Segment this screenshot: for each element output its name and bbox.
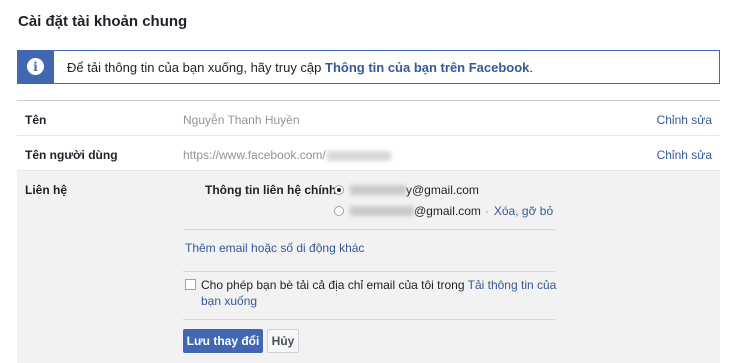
- email-2-value: @gmail.com: [414, 204, 481, 218]
- username-value-wrap: https://www.facebook.com/: [183, 148, 391, 162]
- info-icon-container: i: [17, 49, 54, 84]
- edit-username-link[interactable]: Chỉnh sửa: [657, 148, 712, 162]
- contact-label: Liên hệ: [25, 183, 68, 197]
- info-suffix: .: [529, 59, 534, 75]
- name-label: Tên: [25, 113, 47, 127]
- add-contact-link[interactable]: Thêm email hoặc số di động khác: [185, 241, 364, 255]
- info-icon: i: [27, 58, 44, 75]
- email-option-2[interactable]: @gmail.com · Xóa, gỡ bỏ: [334, 204, 553, 218]
- setting-row-contact: Liên hệ Thông tin liên hệ chính y@gmail.…: [17, 171, 720, 363]
- email-2-separator: ·: [484, 204, 489, 218]
- setting-row-username: Tên người dùng https://www.facebook.com/…: [17, 136, 720, 171]
- page-title: Cài đặt tài khoản chung: [18, 13, 188, 30]
- settings-table: Tên Nguyễn Thanh Huyền Chỉnh sửa Tên ngư…: [17, 100, 720, 363]
- email-1-radio[interactable]: [334, 185, 344, 195]
- allow-download-checkbox[interactable]: [185, 279, 196, 290]
- name-value: Nguyễn Thanh Huyền: [183, 113, 300, 127]
- username-value: https://www.facebook.com/: [183, 148, 326, 162]
- email-1-value: y@gmail.com: [406, 183, 479, 197]
- divider: [183, 229, 555, 230]
- info-text: Để tải thông tin của bạn xuống, hãy truy…: [67, 60, 533, 75]
- redacted-username: [326, 150, 391, 161]
- username-label: Tên người dùng: [25, 148, 118, 162]
- allow-download-text: Cho phép bạn bè tải cả địa chỉ email của…: [201, 277, 571, 309]
- info-banner: i Để tải thông tin của bạn xuống, hãy tr…: [17, 49, 720, 84]
- info-message: Để tải thông tin của bạn xuống, hãy truy…: [67, 59, 326, 75]
- setting-row-name: Tên Nguyễn Thanh Huyền Chỉnh sửa: [17, 101, 720, 136]
- info-link[interactable]: Thông tin của bạn trên Facebook: [325, 60, 529, 75]
- allow-download-message: Cho phép bạn bè tải cả địa chỉ email của…: [201, 278, 468, 292]
- remove-email-link[interactable]: Xóa, gỡ bỏ: [494, 204, 553, 218]
- divider: [183, 271, 555, 272]
- save-changes-button[interactable]: Lưu thay đổi: [183, 329, 263, 353]
- email-2-radio[interactable]: [334, 206, 344, 216]
- edit-name-link[interactable]: Chỉnh sửa: [657, 113, 712, 127]
- cancel-button[interactable]: Hủy: [267, 329, 299, 353]
- divider: [183, 319, 555, 320]
- redacted-email-2: [350, 206, 414, 216]
- redacted-email-1: [350, 185, 406, 195]
- account-settings-page: Cài đặt tài khoản chung i Để tải thông t…: [0, 0, 730, 363]
- primary-contact-label: Thông tin liên hệ chính: [205, 183, 337, 197]
- email-option-1[interactable]: y@gmail.com: [334, 183, 479, 197]
